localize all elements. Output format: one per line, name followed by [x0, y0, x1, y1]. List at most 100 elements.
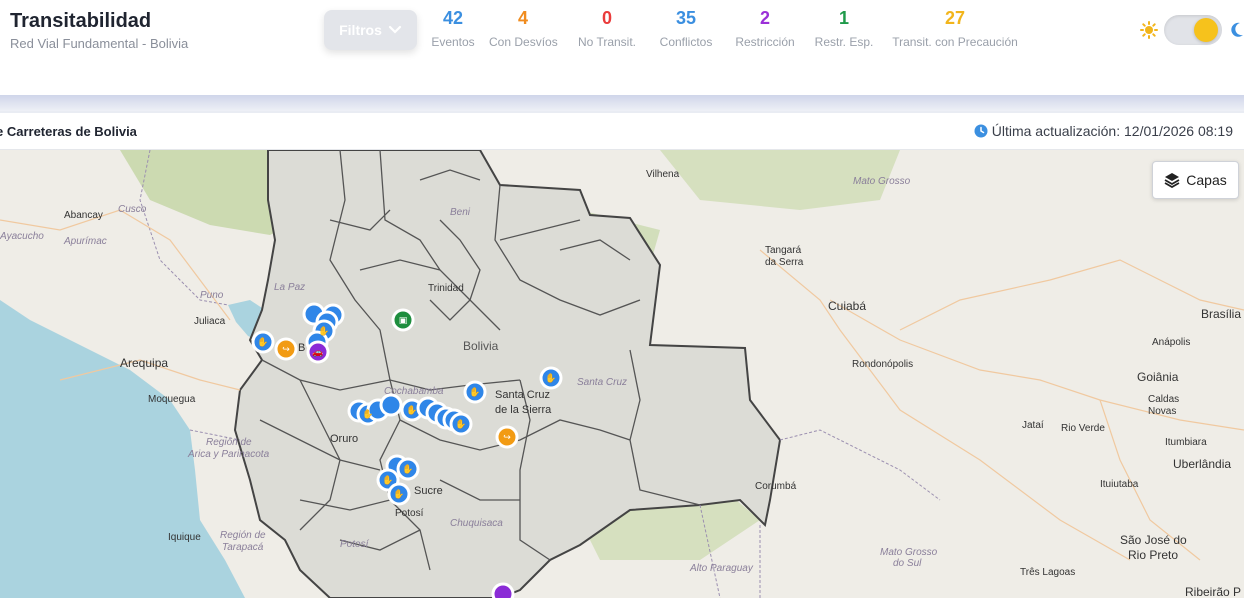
marker-glyph: ✋ — [382, 474, 393, 486]
place-label: Ituiutaba — [1100, 479, 1139, 490]
place-label: Vilhena — [646, 169, 680, 180]
place-label: Alto Paraguay — [689, 563, 754, 574]
place-label: Región de — [220, 530, 266, 541]
stat-conflictos[interactable]: 35 Conflictos — [656, 8, 716, 49]
place-label: Arica y Parinacota — [187, 449, 270, 460]
place-label: Potosí — [395, 508, 424, 519]
place-label: Cusco — [118, 204, 147, 215]
place-label: Goiânia — [1137, 370, 1179, 384]
place-label: Moquegua — [148, 394, 196, 405]
place-label: Chuquisaca — [450, 518, 503, 529]
layers-button[interactable]: Capas — [1152, 161, 1239, 199]
marker-glyph: ✋ — [545, 372, 556, 384]
theme-toggle[interactable] — [1140, 15, 1244, 45]
place-label: Itumbiara — [1165, 437, 1207, 448]
marker-glyph: ▣ — [399, 316, 408, 326]
place-label: Sucre — [414, 485, 443, 497]
clock-icon — [974, 124, 988, 138]
marker-glyph: ✋ — [469, 386, 480, 398]
place-label: Trinidad — [428, 283, 464, 294]
place-label: Potosí — [340, 539, 370, 550]
moon-icon — [1231, 22, 1243, 37]
marker-glyph: ✋ — [455, 418, 466, 430]
place-label: Tarapacá — [222, 542, 264, 553]
place-label: Cuiabá — [828, 299, 866, 313]
stat-eventos[interactable]: 42 Eventos — [430, 8, 476, 49]
toggle-track[interactable] — [1164, 15, 1222, 45]
marker-glyph: ✋ — [402, 463, 413, 475]
app-subtitle: Red Vial Fundamental - Bolivia — [10, 36, 189, 51]
last-update-text: Última actualización: 12/01/2026 08:19 — [991, 123, 1233, 139]
marker-glyph: ✋ — [257, 336, 268, 348]
stat-restriccion[interactable]: 2 Restricción — [733, 8, 797, 49]
place-label: Beni — [450, 207, 471, 218]
stat-label: No Transit. — [577, 35, 637, 49]
place-label: Jataí — [1022, 420, 1044, 431]
place-label: Anápolis — [1152, 337, 1190, 348]
stat-transit-precaucion[interactable]: 27 Transit. con Precaución — [892, 8, 1018, 49]
stat-value: 27 — [944, 8, 966, 28]
marker-glyph: ✋ — [362, 408, 373, 420]
stat-value: 1 — [838, 8, 849, 28]
marker-glyph: ✋ — [393, 488, 404, 500]
layers-icon — [1164, 173, 1180, 188]
stat-restr-esp[interactable]: 1 Restr. Esp. — [814, 8, 874, 49]
stat-value: 35 — [675, 8, 697, 28]
place-label: Rio Verde — [1061, 423, 1105, 434]
map-canvas[interactable]: Vilhena Mato Grosso Abancay Cusco Ayacuc… — [0, 150, 1244, 598]
app-header: Transitabilidad Red Vial Fundamental - B… — [0, 0, 1244, 95]
marker-restriccion[interactable] — [491, 582, 515, 598]
place-label: do Sul — [893, 558, 922, 569]
marker-glyph: ✋ — [318, 325, 329, 337]
filters-button[interactable]: Filtros — [324, 10, 417, 50]
place-label: Iquique — [168, 532, 201, 543]
place-label: Puno — [200, 290, 224, 301]
place-label: de la Sierra — [495, 404, 552, 416]
place-label: Oruro — [330, 433, 358, 445]
place-label: Brasília — [1201, 307, 1241, 321]
road-map[interactable]: Vilhena Mato Grosso Abancay Cusco Ayacuc… — [0, 150, 1244, 598]
stat-con-desvios[interactable]: 4 Con Desvíos — [489, 8, 558, 49]
sun-icon — [1140, 21, 1158, 39]
marker-glyph: ✋ — [406, 404, 417, 416]
place-label: Ayacucho — [0, 231, 44, 242]
place-label: Corumbá — [755, 481, 797, 492]
place-label: Mato Grosso — [880, 547, 938, 558]
place-label: Santa Cruz — [495, 389, 550, 401]
place-label: Novas — [1148, 406, 1176, 417]
place-label: La Paz — [274, 282, 305, 293]
place-label: Juliaca — [194, 316, 226, 327]
stat-no-transit[interactable]: 0 No Transit. — [576, 8, 638, 49]
place-label: São José do — [1120, 533, 1187, 547]
toggle-knob — [1194, 18, 1218, 42]
stat-value: 2 — [759, 8, 770, 28]
place-label: da Serra — [765, 257, 804, 268]
place-label: Región de — [206, 437, 252, 448]
place-label: Caldas — [1148, 394, 1179, 405]
stat-label: Eventos — [431, 35, 475, 49]
stat-value: 4 — [517, 8, 528, 28]
place-label: Uberlândia — [1173, 457, 1231, 471]
place-label: Bolivia — [463, 339, 499, 353]
map-title: e Carreteras de Bolivia — [0, 124, 137, 139]
stat-label: Transit. con Precaución — [892, 35, 1018, 49]
place-label: Rio Preto — [1128, 548, 1178, 562]
marker-conflicto[interactable] — [379, 393, 403, 417]
layers-label: Capas — [1186, 172, 1227, 188]
marker-glyph: ↪ — [282, 345, 290, 355]
map-title-bar: e Carreteras de Bolivia Última actualiza… — [0, 113, 1244, 150]
stat-label: Restr. Esp. — [814, 35, 874, 49]
place-label: Arequipa — [120, 356, 168, 370]
place-label: Rondonópolis — [852, 359, 913, 370]
app-title: Transitabilidad — [10, 10, 152, 32]
place-label: Abancay — [64, 210, 103, 221]
place-label: Santa Cruz — [577, 377, 627, 388]
stat-label: Restricción — [735, 35, 795, 49]
stat-label: Conflictos — [659, 35, 713, 49]
marker-glyph: 🚗 — [312, 348, 323, 358]
place-label-lapaz-partial: B — [298, 342, 306, 354]
marker-glyph: ↪ — [503, 433, 511, 443]
filters-label: Filtros — [339, 22, 382, 38]
stat-value: 42 — [442, 8, 464, 28]
place-label: Tangará — [765, 245, 802, 256]
